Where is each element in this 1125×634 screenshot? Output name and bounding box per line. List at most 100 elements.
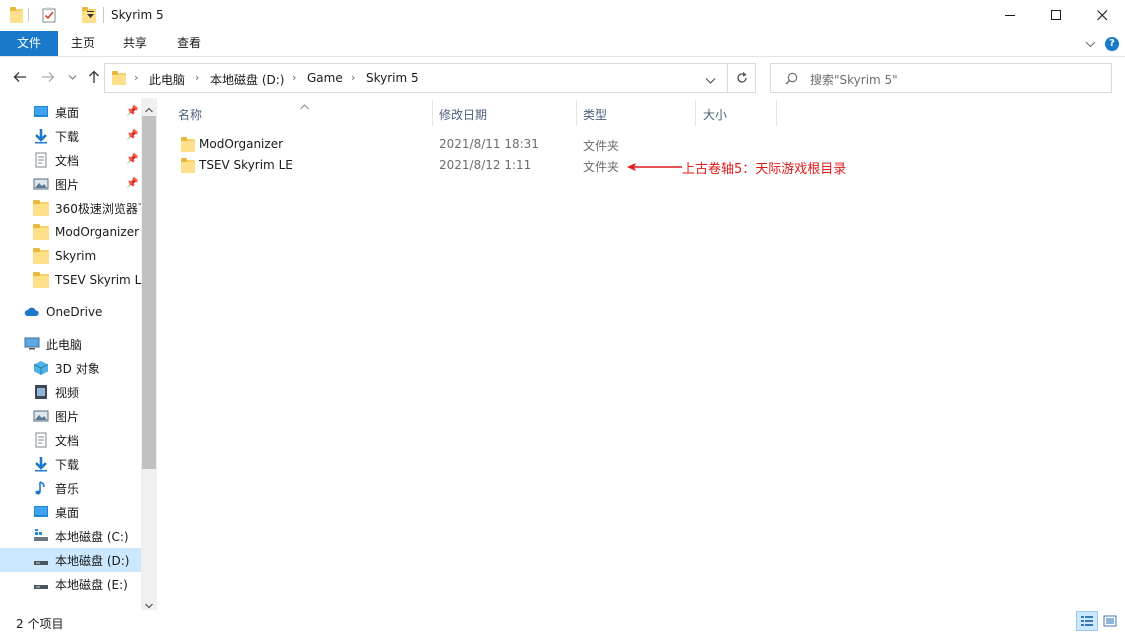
sidebar-item-label: 此电脑: [46, 337, 83, 352]
column-divider[interactable]: [695, 100, 696, 126]
recent-locations-button[interactable]: [63, 68, 81, 86]
breadcrumb-this-pc[interactable]: 此电脑: [149, 71, 185, 88]
sidebar-item-label: 视频: [55, 385, 80, 400]
breadcrumb-game[interactable]: Game: [307, 71, 343, 85]
file-name[interactable]: TSEV Skyrim LE: [199, 158, 293, 172]
breadcrumb-skyrim5[interactable]: Skyrim 5: [366, 71, 419, 85]
tab-share[interactable]: 共享: [110, 31, 160, 56]
picture-icon: [33, 408, 49, 424]
search-icon: [785, 72, 798, 88]
sidebar-item-label: 图片: [55, 177, 80, 192]
breadcrumb-chevron-icon[interactable]: ›: [195, 71, 199, 84]
breadcrumb-drive-d[interactable]: 本地磁盘 (D:): [210, 71, 284, 88]
sidebar-item-music[interactable]: 音乐: [0, 476, 141, 500]
column-header-type[interactable]: 类型: [583, 106, 607, 126]
expand-ribbon-icon[interactable]: [1085, 38, 1096, 52]
tab-home[interactable]: 主页: [58, 31, 108, 56]
tab-file[interactable]: 文件: [0, 31, 58, 56]
pin-icon[interactable]: 📌: [126, 178, 138, 189]
sidebar-item-downloads[interactable]: 下载: [0, 124, 141, 148]
desktop-icon: [33, 504, 49, 520]
pin-icon[interactable]: 📌: [126, 154, 138, 165]
video-icon: [33, 384, 49, 400]
details-view-button[interactable]: [1076, 611, 1098, 631]
pin-icon[interactable]: 📌: [126, 130, 138, 141]
sidebar-item-pictures[interactable]: 图片: [0, 172, 141, 196]
sidebar-item-modorganizer[interactable]: ModOrganizer: [0, 220, 141, 244]
close-icon: [1096, 10, 1107, 21]
sidebar-item-drive-c[interactable]: 本地磁盘 (C:): [0, 524, 141, 548]
forward-button[interactable]: [39, 68, 57, 86]
drive-icon: [33, 576, 49, 592]
sidebar-item-label: 本地磁盘 (C:): [55, 529, 129, 544]
maximize-button[interactable]: [1033, 0, 1079, 31]
column-divider[interactable]: [776, 100, 777, 126]
column-divider[interactable]: [576, 100, 577, 126]
sort-ascending-icon: [300, 99, 309, 113]
close-button[interactable]: [1079, 0, 1125, 31]
help-icon[interactable]: ?: [1105, 37, 1119, 51]
file-modified: 2021/8/11 18:31: [439, 137, 539, 151]
sidebar-item-label: 3D 对象: [55, 361, 100, 376]
tab-view[interactable]: 查看: [163, 31, 215, 56]
back-button[interactable]: [11, 68, 29, 86]
sidebar-item-label: 本地磁盘 (D:): [55, 553, 130, 568]
breadcrumb-chevron-icon[interactable]: ›: [351, 71, 355, 84]
pin-icon[interactable]: 📌: [126, 106, 138, 117]
sidebar-item-3d-objects[interactable]: 3D 对象: [0, 356, 141, 380]
sidebar-item-downloads-pc[interactable]: 下载: [0, 452, 141, 476]
sidebar-item-this-pc[interactable]: 此电脑: [0, 332, 141, 356]
forward-arrow-icon: [42, 72, 55, 82]
document-icon: [33, 432, 49, 448]
search-input[interactable]: 搜索"Skyrim 5": [770, 63, 1112, 93]
sidebar-item-skyrim[interactable]: Skyrim: [0, 244, 141, 268]
3d-objects-icon: [33, 360, 49, 376]
sidebar-item-label: 桌面: [55, 105, 80, 120]
minimize-icon: [1004, 15, 1015, 16]
column-divider[interactable]: [432, 100, 433, 126]
refresh-button[interactable]: [728, 63, 756, 93]
sidebar-item-360-browser[interactable]: 360极速浏览器下: [0, 196, 141, 220]
sidebar-item-onedrive[interactable]: OneDrive: [0, 300, 141, 324]
breadcrumb-chevron-icon[interactable]: ›: [134, 71, 138, 84]
minimize-button[interactable]: [987, 0, 1033, 31]
up-button[interactable]: [85, 68, 103, 86]
sidebar-item-desktop-pc[interactable]: 桌面: [0, 500, 141, 524]
scroll-up-icon[interactable]: [145, 102, 153, 116]
sidebar-item-documents-pc[interactable]: 文档: [0, 428, 141, 452]
sidebar-item-label: ModOrganizer: [55, 225, 140, 239]
annotation-arrow-icon: [627, 163, 682, 171]
column-header-modified[interactable]: 修改日期: [439, 106, 487, 126]
navigation-bar: › 此电脑 › 本地磁盘 (D:) › Game › Skyrim 5 搜索"S…: [0, 58, 1125, 98]
sidebar-item-documents[interactable]: 文档: [0, 148, 141, 172]
folder-icon[interactable]: [10, 7, 23, 23]
address-history-icon[interactable]: [705, 74, 716, 88]
sidebar-item-drive-e[interactable]: 本地磁盘 (E:): [0, 572, 141, 596]
large-icons-view-button[interactable]: [1099, 611, 1121, 631]
file-type: 文件夹: [583, 160, 620, 174]
breadcrumb-chevron-icon[interactable]: ›: [292, 71, 296, 84]
sidebar-item-drive-d[interactable]: 本地磁盘 (D:): [0, 548, 141, 572]
file-list[interactable]: 名称 修改日期 类型 大小 ModOrganizer 2021/8/11 18:…: [157, 98, 1125, 610]
title-bar: Skyrim 5: [0, 0, 1125, 31]
ribbon-tabs: 文件 主页 共享 查看 ?: [0, 31, 1125, 57]
column-header-name[interactable]: 名称: [178, 106, 202, 126]
sidebar-item-pictures-pc[interactable]: 图片: [0, 404, 141, 428]
folder-icon: [33, 272, 49, 288]
navigation-pane[interactable]: 桌面 📌 下载 📌 文档 📌 图片 📌 360极速浏览器下 ModOrganiz…: [0, 98, 157, 610]
column-header-size[interactable]: 大小: [703, 106, 727, 126]
refresh-icon: [736, 72, 747, 83]
sidebar-item-label: 图片: [55, 409, 80, 424]
file-name[interactable]: ModOrganizer: [199, 137, 283, 151]
table-row[interactable]: ModOrganizer 2021/8/11 18:31 文件夹: [173, 134, 643, 155]
properties-icon[interactable]: [42, 7, 56, 23]
address-bar[interactable]: › 此电脑 › 本地磁盘 (D:) › Game › Skyrim 5: [104, 63, 728, 93]
sidebar-item-videos[interactable]: 视频: [0, 380, 141, 404]
sidebar-item-desktop[interactable]: 桌面: [0, 100, 141, 124]
back-arrow-icon: [13, 72, 26, 82]
customize-toolbar-icon[interactable]: [86, 8, 95, 23]
sidebar-item-label: 本地磁盘 (E:): [55, 577, 128, 592]
table-row[interactable]: TSEV Skyrim LE 2021/8/12 1:11 文件夹: [173, 155, 643, 176]
sidebar-scroll-thumb[interactable]: [142, 116, 156, 469]
sidebar-item-tsev[interactable]: TSEV Skyrim LE: [0, 268, 141, 292]
